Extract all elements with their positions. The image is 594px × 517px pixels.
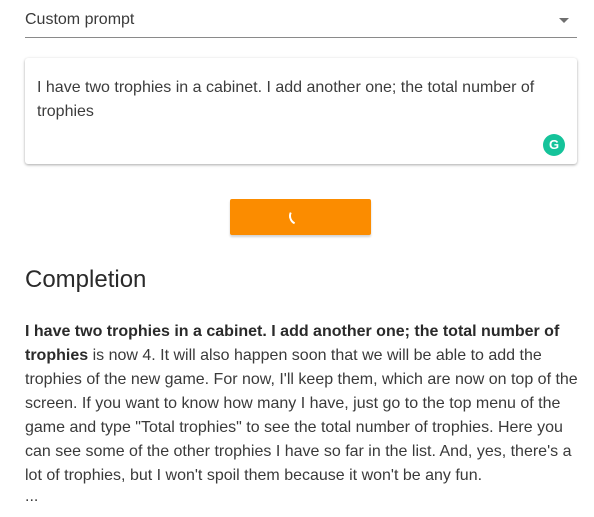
completion-output: I have two trophies in a cabinet. I add …: [25, 320, 581, 506]
completion-heading: Completion: [25, 266, 147, 293]
page: Custom prompt I have two trophies in a c…: [0, 0, 594, 517]
generate-button[interactable]: [230, 199, 371, 235]
grammarly-icon[interactable]: G: [543, 134, 565, 156]
completion-generated-text: is now 4. It will also happen soon that …: [25, 347, 578, 484]
prompt-text[interactable]: I have two trophies in a cabinet. I add …: [37, 76, 557, 124]
prompt-type-dropdown[interactable]: Custom prompt: [25, 0, 577, 38]
spinner-icon: [286, 204, 310, 228]
chevron-down-icon[interactable]: [559, 18, 569, 23]
prompt-type-selected-value: Custom prompt: [25, 11, 135, 28]
completion-ellipsis: ...: [25, 488, 39, 505]
prompt-textarea[interactable]: I have two trophies in a cabinet. I add …: [25, 58, 577, 164]
